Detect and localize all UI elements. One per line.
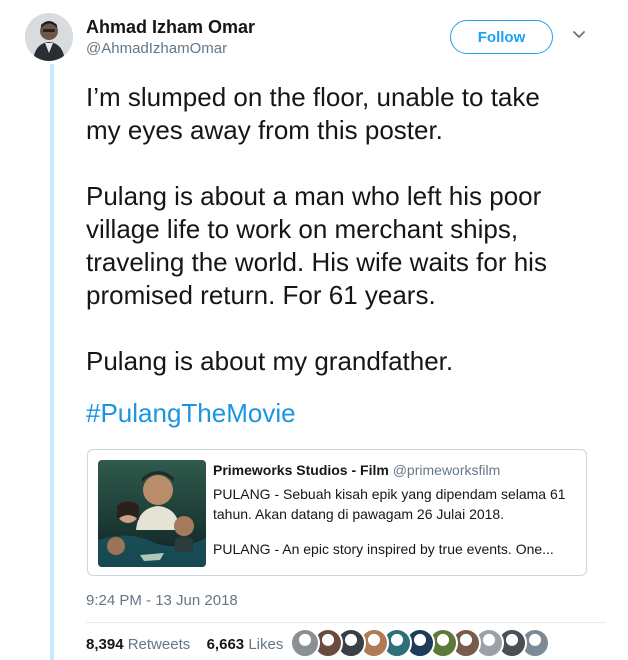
author-handle[interactable]: @AhmadIzhamOmar bbox=[86, 40, 227, 57]
retweets-count: 8,394 bbox=[86, 636, 124, 653]
retweets-stat[interactable]: 8,394 Retweets bbox=[86, 636, 190, 653]
hashtag-link[interactable]: #PulangTheMovie bbox=[86, 397, 296, 430]
follow-button[interactable]: Follow bbox=[450, 20, 553, 54]
tweet-line: village life to work on merchant ships, bbox=[86, 214, 519, 244]
tweet-line: I’m slumped on the floor, unable to take bbox=[86, 82, 540, 112]
quoted-text-line: PULANG - An epic story inspired by true … bbox=[213, 541, 554, 557]
tweet-line: Pulang is about a man who left his poor bbox=[86, 181, 542, 211]
quoted-author: Primeworks Studios - Film @primeworksfil… bbox=[213, 462, 500, 478]
likes-count: 6,663 bbox=[206, 636, 245, 653]
chevron-down-icon[interactable] bbox=[571, 26, 587, 42]
tweet-timestamp[interactable]: 9:24 PM - 13 Jun 2018 bbox=[86, 592, 238, 609]
quoted-text-line: PULANG - Sebuah kisah epik yang dipendam… bbox=[213, 486, 566, 502]
likes-stat[interactable]: 6,663 Likes bbox=[207, 636, 284, 653]
thread-line bbox=[50, 64, 54, 660]
tweet-line: Pulang is about my grandfather. bbox=[86, 346, 454, 376]
tweet-line: my eyes away from this poster. bbox=[86, 115, 443, 145]
movie-poster-image bbox=[98, 460, 206, 567]
profile-photo-icon bbox=[25, 13, 73, 61]
tweet-text: I’m slumped on the floor, unable to take… bbox=[86, 81, 606, 378]
tweet-line: traveling the world. His wife waits for … bbox=[86, 247, 547, 277]
quoted-text-line: tahun. Akan datang di pawagam 26 Julai 2… bbox=[213, 506, 505, 522]
retweets-label: Retweets bbox=[127, 636, 191, 653]
quoted-tweet-card[interactable]: Primeworks Studios - Film @primeworksfil… bbox=[87, 449, 587, 576]
author-display-name[interactable]: Ahmad Izham Omar bbox=[86, 17, 255, 38]
author-avatar[interactable] bbox=[25, 13, 73, 61]
liker-avatar[interactable] bbox=[290, 628, 320, 658]
quoted-author-handle: @primeworksfilm bbox=[392, 462, 501, 478]
quoted-author-name: Primeworks Studios - Film bbox=[213, 462, 389, 478]
tweet-line: promised return. For 61 years. bbox=[86, 280, 436, 310]
likes-label: Likes bbox=[248, 636, 284, 653]
tweet-stats: 8,394 Retweets 6,663 Likes bbox=[86, 636, 283, 653]
divider bbox=[86, 622, 606, 623]
